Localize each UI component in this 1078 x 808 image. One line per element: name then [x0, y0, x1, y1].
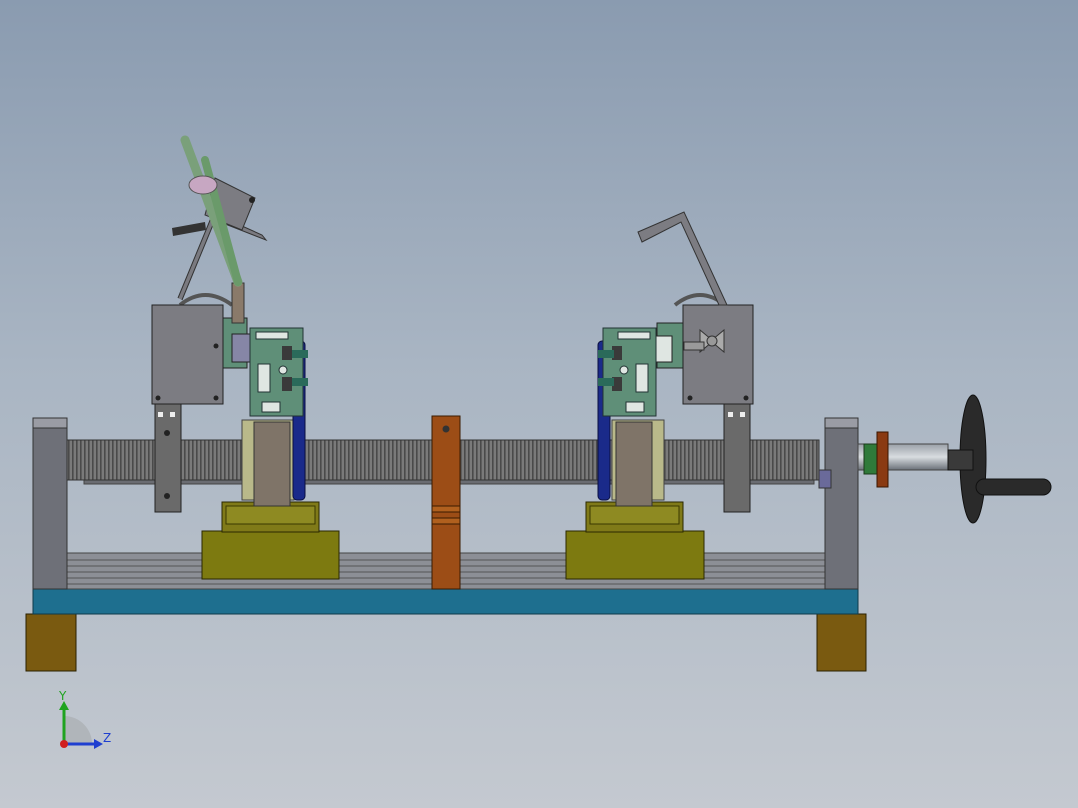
left-end-support[interactable]: [32, 417, 68, 590]
right-nut-block[interactable]: [611, 419, 665, 507]
right-clamp-assembly[interactable]: [598, 293, 754, 417]
axis-triad: Y Z: [48, 690, 118, 760]
right-carriage[interactable]: [565, 501, 705, 580]
left-foot[interactable]: [25, 613, 77, 672]
right-foot[interactable]: [816, 613, 867, 672]
cad-graphics-viewport[interactable]: Y Z: [0, 0, 1078, 808]
right-column[interactable]: [723, 401, 751, 513]
center-post[interactable]: [431, 415, 461, 590]
left-nut-block[interactable]: [241, 419, 295, 507]
left-carriage[interactable]: [201, 501, 340, 580]
z-axis-label: Z: [103, 731, 112, 745]
left-column[interactable]: [154, 401, 182, 513]
assembly-model[interactable]: [0, 0, 1078, 808]
right-torch-arm[interactable]: [637, 211, 728, 306]
base-plate[interactable]: [32, 588, 859, 615]
y-axis-label: Y: [59, 689, 67, 703]
left-clamp-assembly[interactable]: [151, 282, 308, 417]
handwheel-handle[interactable]: [975, 478, 1052, 496]
feet[interactable]: [25, 613, 867, 672]
left-welding-torch[interactable]: [172, 135, 268, 301]
right-end-support[interactable]: [824, 417, 859, 590]
